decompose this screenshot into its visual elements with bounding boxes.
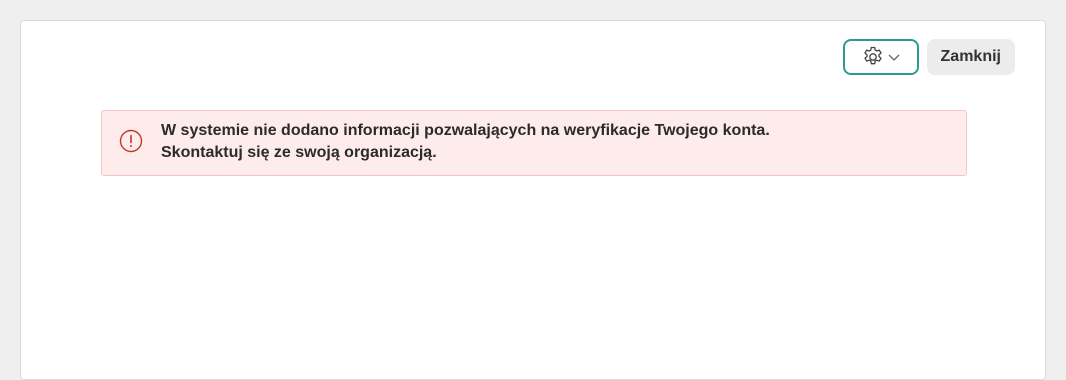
exclamation-circle-icon	[119, 129, 143, 153]
alert-message-line-1: W systemie nie dodano informacji pozwala…	[161, 122, 770, 139]
error-alert: W systemie nie dodano informacji pozwala…	[101, 110, 967, 176]
alert-message: W systemie nie dodano informacji pozwala…	[161, 120, 770, 164]
dialog-card: Zamknij W systemie nie dodano informacji…	[20, 20, 1046, 380]
alert-message-line-2: Skontaktuj się ze swoją organizacją.	[161, 144, 437, 161]
toolbar: Zamknij	[842, 39, 1015, 75]
gear-icon	[861, 45, 885, 69]
close-button[interactable]: Zamknij	[926, 39, 1015, 75]
chevron-down-icon	[887, 50, 901, 64]
settings-dropdown-button[interactable]	[842, 39, 919, 75]
